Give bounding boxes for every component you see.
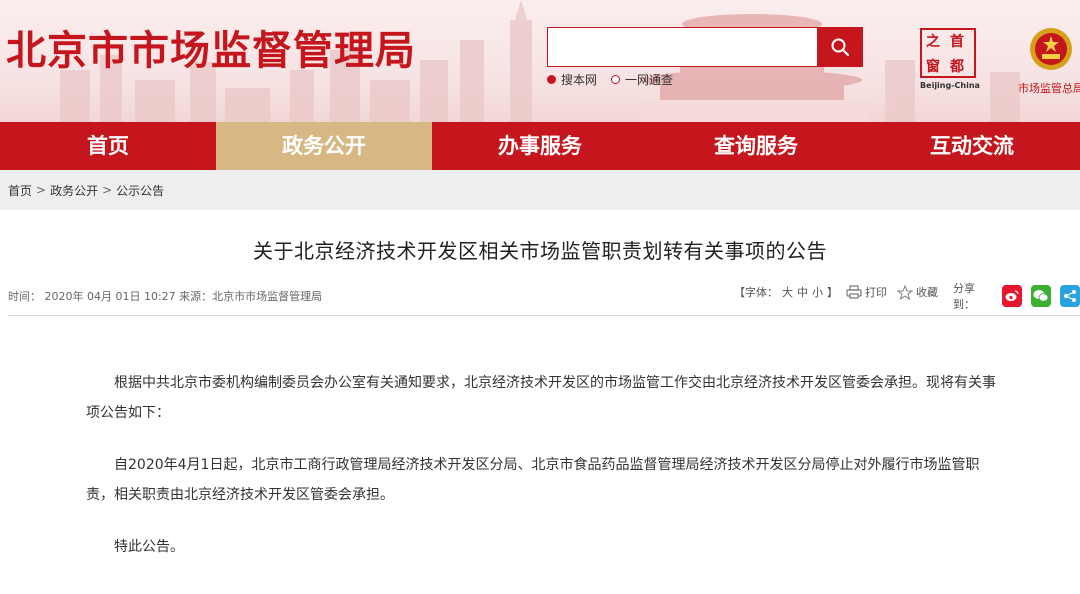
site-header: 北京市市场监督管理局 搜本网 一网通查 首 都 之 窗 Beijing-Chin… xyxy=(0,0,1080,122)
nav-interaction[interactable]: 互动交流 xyxy=(864,122,1080,170)
share-weibo-button[interactable] xyxy=(1002,285,1022,307)
logo-char: 窗 xyxy=(926,59,940,75)
article-paragraph: 根据中共北京市委机构编制委员会办公室有关通知要求，北京经济技术开发区的市场监管工… xyxy=(86,375,996,421)
breadcrumb-government-affairs[interactable]: 政务公开 xyxy=(50,182,98,199)
meta-divider xyxy=(8,315,1080,316)
printer-icon xyxy=(846,285,862,299)
search-scope-site[interactable]: 搜本网 xyxy=(547,71,597,88)
font-size-medium[interactable]: 中 xyxy=(797,284,808,300)
weibo-icon xyxy=(1005,290,1019,301)
main-nav: 首页 政务公开 办事服务 查询服务 互动交流 xyxy=(0,122,1080,170)
share-label: 分享到： xyxy=(953,282,975,311)
logo-char: 都 xyxy=(950,59,964,75)
nav-home[interactable]: 首页 xyxy=(0,122,216,170)
logo-char: 之 xyxy=(926,34,940,50)
search-button[interactable] xyxy=(817,28,862,66)
breadcrumb-home[interactable]: 首页 xyxy=(8,182,32,199)
print-label: 打印 xyxy=(865,286,887,299)
breadcrumb-separator: > xyxy=(36,183,47,197)
article-paragraph: 特此公告。 xyxy=(114,539,184,555)
article-paragraph: 自2020年4月1日起，北京市工商行政管理局经济技术开发区分局、北京市食品药品监… xyxy=(86,457,980,503)
favorite-label: 收藏 xyxy=(916,286,938,299)
search-scope-all-label: 一网通查 xyxy=(625,73,674,87)
breadcrumb-announcements[interactable]: 公示公告 xyxy=(116,182,164,199)
radio-selected-icon xyxy=(547,75,556,84)
nav-services[interactable]: 办事服务 xyxy=(432,122,648,170)
font-size-small[interactable]: 小 xyxy=(812,284,823,300)
wechat-icon xyxy=(1033,290,1049,302)
print-button[interactable]: 打印 xyxy=(846,284,887,300)
share-bar: 分享到： xyxy=(953,280,1080,312)
samr-link[interactable]: 市场监管总局 xyxy=(1018,80,1080,96)
font-size-large[interactable]: 大 xyxy=(782,284,793,300)
capital-window-en: Beijing-China xyxy=(920,81,980,90)
article-body: 根据中共北京市委机构编制委员会办公室有关通知要求，北京经济技术开发区的市场监管工… xyxy=(86,368,996,584)
nav-query[interactable]: 查询服务 xyxy=(648,122,864,170)
article-meta: 时间： 2020年 04月 01日 10:27 来源：北京市市场监督管理局 xyxy=(8,290,323,303)
star-icon xyxy=(897,284,913,300)
nav-government-affairs[interactable]: 政务公开 xyxy=(216,122,432,170)
breadcrumb-separator: > xyxy=(102,183,113,197)
search-bar xyxy=(547,27,863,67)
font-size-close: 】 xyxy=(827,286,838,299)
logo-char: 首 xyxy=(950,34,964,50)
radio-unselected-icon xyxy=(611,75,621,84)
search-scope-all[interactable]: 一网通查 xyxy=(611,71,673,88)
search-scope-site-label: 搜本网 xyxy=(561,73,598,87)
search-scope-options: 搜本网 一网通查 xyxy=(547,71,673,88)
search-input[interactable] xyxy=(548,28,817,66)
breadcrumb: 首页 > 政务公开 > 公示公告 xyxy=(0,170,1080,210)
article-meta-bar: 时间： 2020年 04月 01日 10:27 来源：北京市市场监督管理局 【字… xyxy=(0,282,1080,311)
site-title[interactable]: 北京市市场监督管理局 xyxy=(6,18,416,76)
share-more-button[interactable] xyxy=(1060,285,1080,307)
capital-window-seal: 首 都 之 窗 xyxy=(920,28,976,78)
share-wechat-button[interactable] xyxy=(1031,285,1051,307)
article-title: 关于北京经济技术开发区相关市场监管职责划转有关事项的公告 xyxy=(253,239,827,263)
article-tools: 【字体： 大 中 小 】 打印 收藏 xyxy=(734,284,938,300)
favorite-button[interactable]: 收藏 xyxy=(897,284,938,300)
share-icon xyxy=(1064,290,1076,302)
capital-window-logo[interactable]: 首 都 之 窗 Beijing-China xyxy=(920,28,982,92)
search-icon xyxy=(831,38,849,57)
font-size-label: 【字体： xyxy=(734,286,778,299)
national-emblem-icon[interactable] xyxy=(1028,26,1074,72)
